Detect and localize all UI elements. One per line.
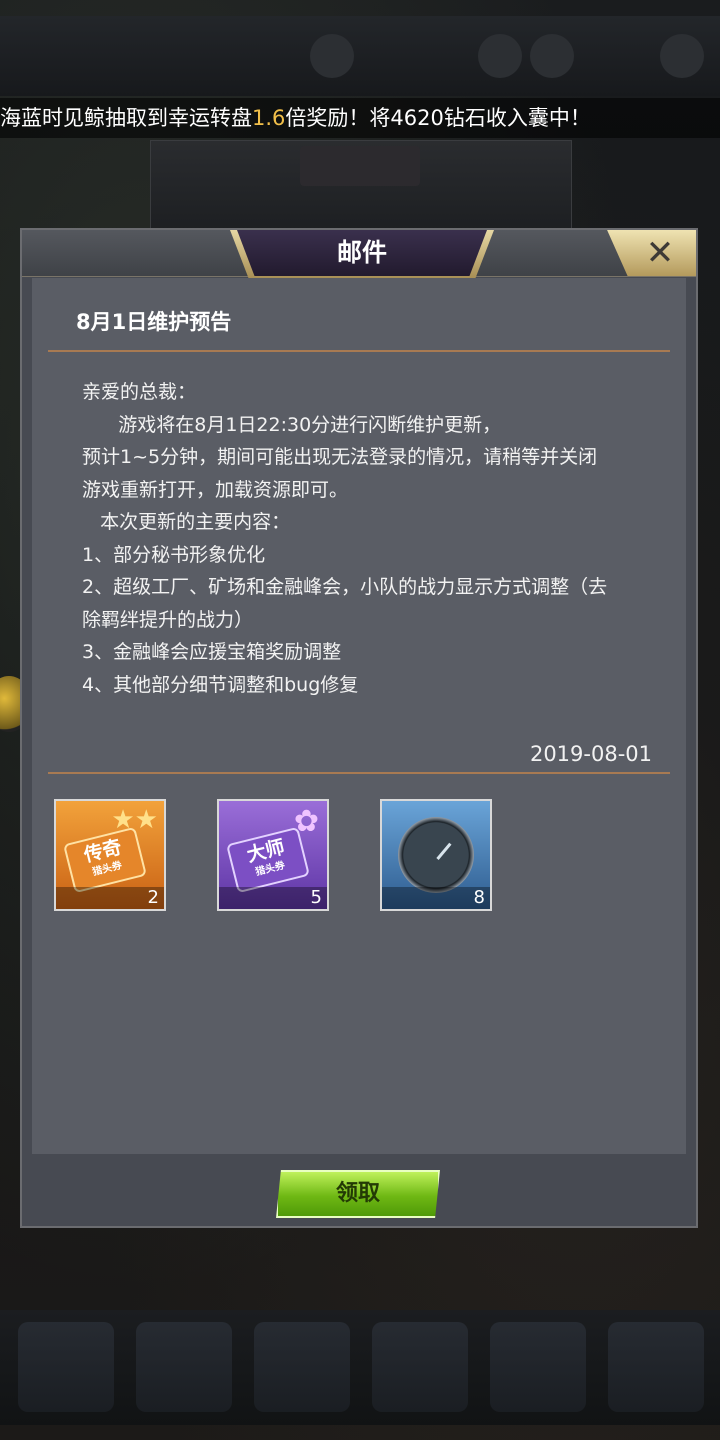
mail-body-line: 2、超级工厂、矿场和金融峰会，小队的战力显示方式调整（去 [82,576,608,598]
background-panel-title [300,146,420,186]
mail-body-line: 3、金融峰会应援宝箱奖励调整 [82,641,342,663]
attachment-item-master-ticket[interactable]: ✿ 大师 猎头券 5 [217,799,329,911]
master-ticket-icon: 大师 猎头券 [226,826,310,894]
top-status-strip [0,16,720,96]
item-quantity: 5 [310,887,322,908]
ticker-suffix: 倍奖励！将4620钻石收入囊中！ [285,106,591,130]
bottom-nav-tile [18,1322,114,1412]
item-quantity: 8 [473,887,485,908]
mail-body-line: 1、部分秘书形象优化 [82,543,266,566]
bottom-nav-tile [254,1322,350,1412]
mail-body-line: 亲爱的总裁： [82,381,197,403]
ticker-prefix: 海蓝时见鲸抽取到幸运转盘 [0,106,252,130]
resource-icon [530,34,574,78]
item-quantity: 2 [147,887,159,908]
bottom-nav-tile [608,1322,704,1412]
bottom-nav-tile [490,1322,586,1412]
mail-date: 2019-08-01 [529,742,652,766]
stopwatch-icon [398,817,474,893]
mail-body-line: 本次更新的主要内容： [82,511,291,533]
mail-title: 8月1日维护预告 [76,310,232,334]
mail-body-line: 游戏重新打开，加载资源即可。 [82,478,349,501]
close-icon[interactable]: ✕ [640,233,680,273]
mail-body: 亲爱的总裁： 游戏将在8月1日22:30分进行闪断维护更新， 预计1~5分钟，期… [82,376,662,701]
bottom-nav-bar [0,1310,720,1425]
date-divider [48,772,670,774]
ticker-highlight: 1.6 [252,106,286,130]
dialog-title: 邮件 [336,238,387,267]
mail-body-line: 4、其他部分细节调整和bug修复 [82,673,359,696]
legend-ticket-icon: 传奇 猎头券 [63,826,147,894]
broadcast-ticker: 海蓝时见鲸抽取到幸运转盘1.6倍奖励！将4620钻石收入囊中！ [0,98,720,138]
mail-body-line: 预计1~5分钟，期间可能出现无法登录的情况，请稍等并关闭 [82,446,598,468]
bottom-nav-tile [372,1322,468,1412]
attachment-item-stopwatch[interactable]: 8 [380,799,492,911]
attachment-item-legend-ticket[interactable]: ★★ 传奇 猎头券 2 [54,799,166,911]
settings-icon [660,34,704,78]
title-divider [48,350,670,352]
mail-body-line: 除羁绊提升的战力） [82,608,254,631]
bottom-nav-tile [136,1322,232,1412]
mail-body-line: 游戏将在8月1日22:30分进行闪断维护更新， [82,413,502,436]
resource-icon [478,34,522,78]
claim-button[interactable]: 领取 [276,1170,440,1218]
menu-icon [310,34,354,78]
